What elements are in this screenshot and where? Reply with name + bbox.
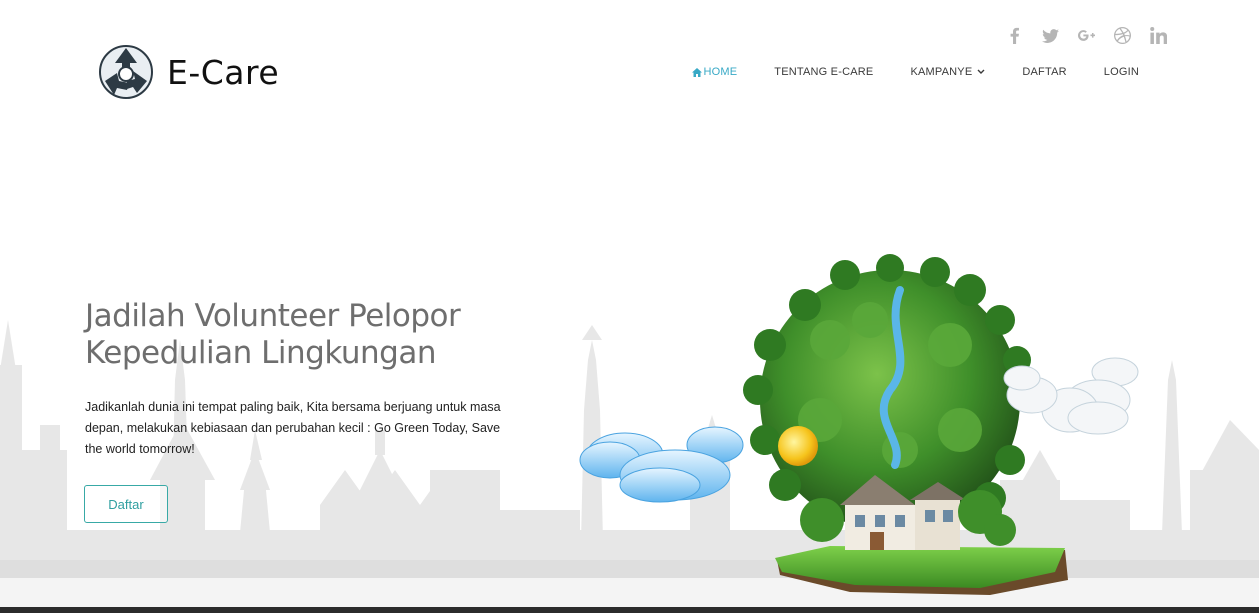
google-plus-icon[interactable] xyxy=(1075,26,1097,44)
home-icon xyxy=(692,67,703,77)
hero-title-line-1: Jadilah Volunteer Pelopor xyxy=(85,298,461,334)
nav-tentang-e-care[interactable]: TENTANG E-CARE xyxy=(774,66,873,78)
brand-name: E-Care xyxy=(167,52,280,92)
hero-title: Jadilah Volunteer Pelopor Kepedulian Lin… xyxy=(85,298,605,372)
nav-login[interactable]: LOGIN xyxy=(1104,66,1139,78)
brand-logo[interactable]: E-Care xyxy=(97,42,279,102)
main-nav: HOME TENTANG E-CARE KAMPANYE DAFTAR LOGI… xyxy=(692,66,1139,78)
hero-description: Jadikanlah dunia ini tempat paling baik,… xyxy=(85,400,501,456)
nav-home[interactable]: HOME xyxy=(692,66,737,78)
social-links xyxy=(1003,26,1169,44)
nav-daftar[interactable]: DAFTAR xyxy=(1022,66,1066,78)
chevron-down-icon xyxy=(977,69,985,74)
recycle-globe-icon xyxy=(99,45,153,99)
daftar-button[interactable]: Daftar xyxy=(84,485,168,523)
green-earth-illustration xyxy=(579,254,1139,595)
nav-about-label: TENTANG E-CARE xyxy=(774,66,874,78)
dribbble-icon[interactable] xyxy=(1111,26,1133,44)
nav-register-label: DAFTAR xyxy=(1022,66,1067,78)
facebook-icon[interactable] xyxy=(1003,26,1025,44)
hero-title-line-2: Kepedulian Lingkungan xyxy=(85,335,436,371)
nav-login-label: LOGIN xyxy=(1103,66,1139,78)
linkedin-icon[interactable] xyxy=(1147,26,1169,44)
twitter-icon[interactable] xyxy=(1039,26,1061,44)
nav-home-label: HOME xyxy=(703,66,738,78)
nav-campaign-label: KAMPANYE xyxy=(910,66,973,78)
page: E-Care HOME TENTANG E-CARE KAMPANYE DAFT… xyxy=(0,0,1259,613)
taskbar-edge xyxy=(0,607,1259,613)
nav-kampanye-dropdown[interactable]: KAMPANYE xyxy=(910,66,985,78)
